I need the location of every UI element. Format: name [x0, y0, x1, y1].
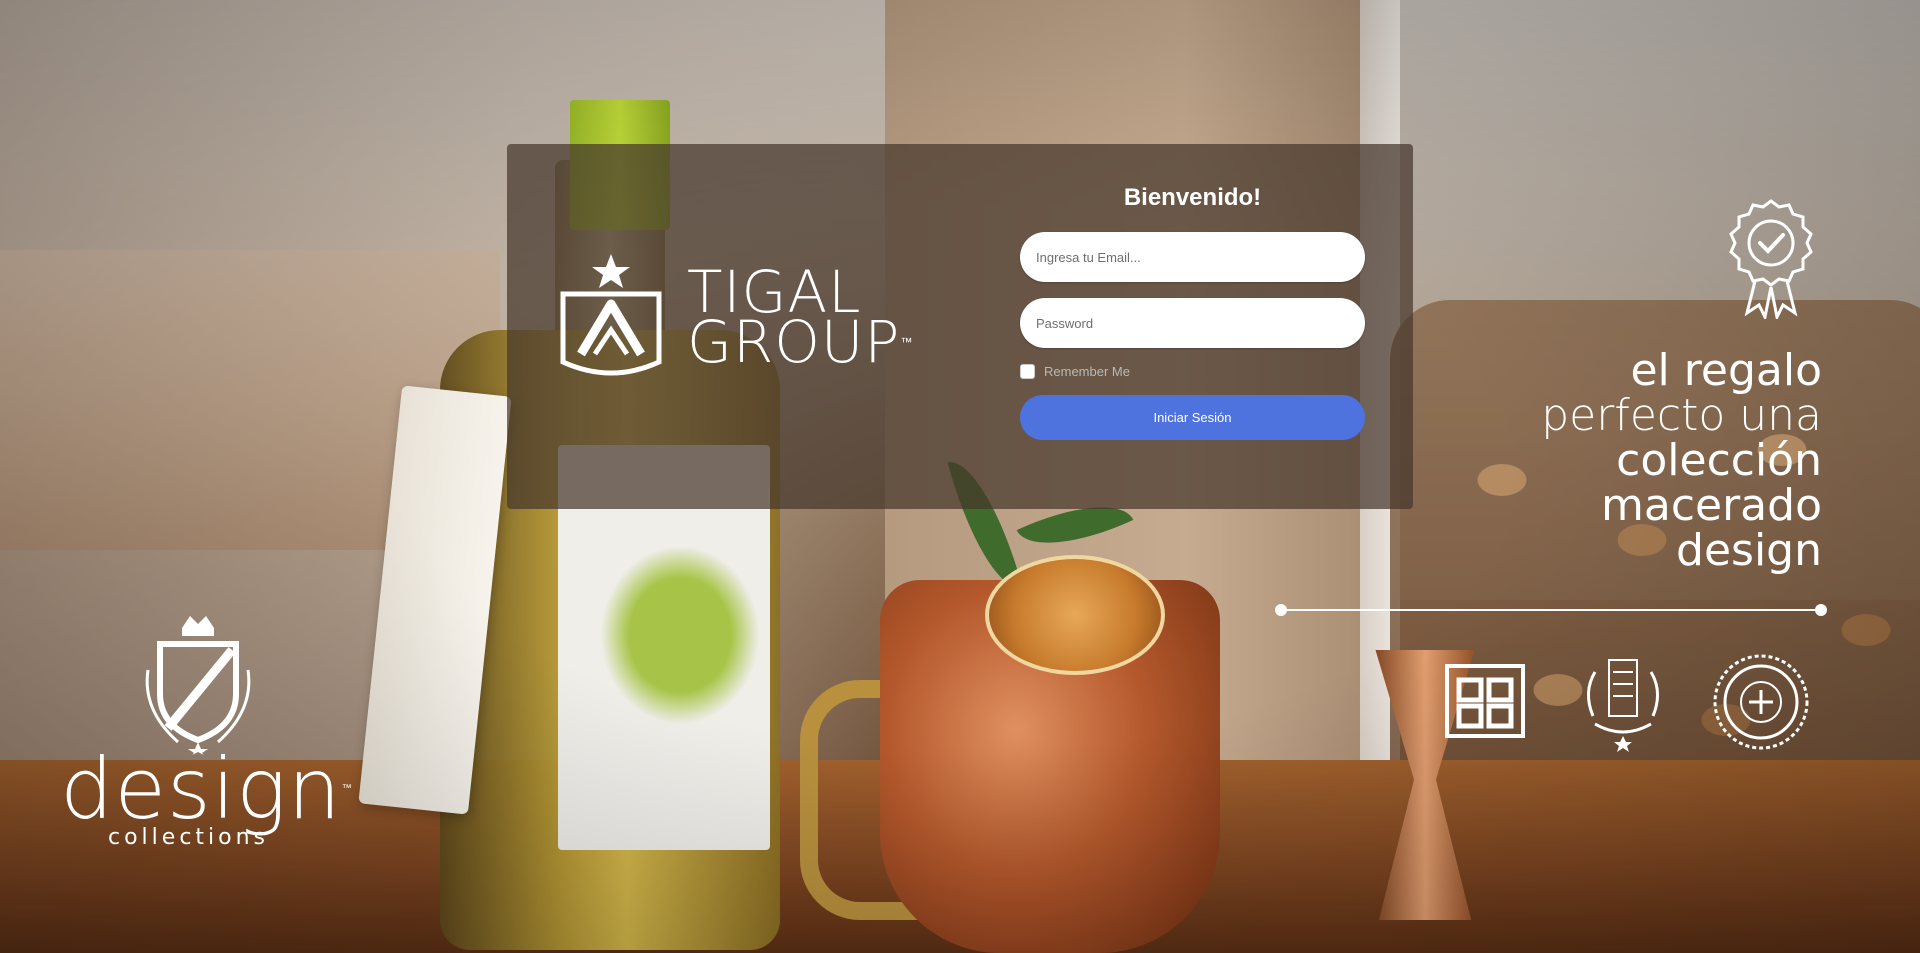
- welcome-title: Bienvenido!: [1123, 184, 1262, 211]
- brand-name-line2: GROUP: [687, 308, 901, 376]
- promo-tagline: el regalo perfecto una colección macerad…: [1541, 348, 1822, 573]
- promo-divider: [1275, 604, 1827, 616]
- 100-seal-badge-icon: [1711, 652, 1811, 752]
- tagline-line-4: macerado: [1601, 480, 1822, 531]
- design-trademark: ™: [341, 783, 353, 794]
- award-ribbon-icon: [1725, 197, 1817, 322]
- design-collections-logo: design™ collections: [60, 610, 352, 850]
- crest-shield-icon: [138, 610, 258, 755]
- tagline-line-5: design: [1676, 525, 1822, 576]
- remember-me-checkbox[interactable]: [1020, 364, 1035, 379]
- brand-trademark: ™: [900, 335, 914, 349]
- tigal-group-wordmark: TIGAL GROUP™: [687, 263, 914, 371]
- tagline-line-2: perfecto una: [1541, 390, 1822, 441]
- login-panel: TIGAL GROUP™ Bienvenido! Remember Me Ini…: [507, 144, 1413, 509]
- design-wordmark: design™: [60, 747, 352, 831]
- password-input[interactable]: [1020, 298, 1365, 348]
- design-word: design: [60, 740, 342, 838]
- login-button[interactable]: Iniciar Sesión: [1020, 395, 1365, 440]
- tigal-group-logo: TIGAL GROUP™: [555, 252, 913, 382]
- promo-badges: [1435, 652, 1811, 752]
- tagline-line-1: el regalo: [1630, 345, 1822, 396]
- tagline-line-3: colección: [1616, 435, 1822, 486]
- hecho-en-peru-badge-icon: [1435, 652, 1535, 752]
- login-form: Bienvenido! Remember Me Iniciar Sesión: [1020, 184, 1365, 440]
- tigal-logo-mark-icon: [555, 252, 667, 382]
- macerado-design-badge-icon: [1573, 652, 1673, 752]
- remember-me-row: Remember Me: [1020, 364, 1365, 379]
- email-input[interactable]: [1020, 232, 1365, 282]
- remember-me-label[interactable]: Remember Me: [1044, 364, 1130, 379]
